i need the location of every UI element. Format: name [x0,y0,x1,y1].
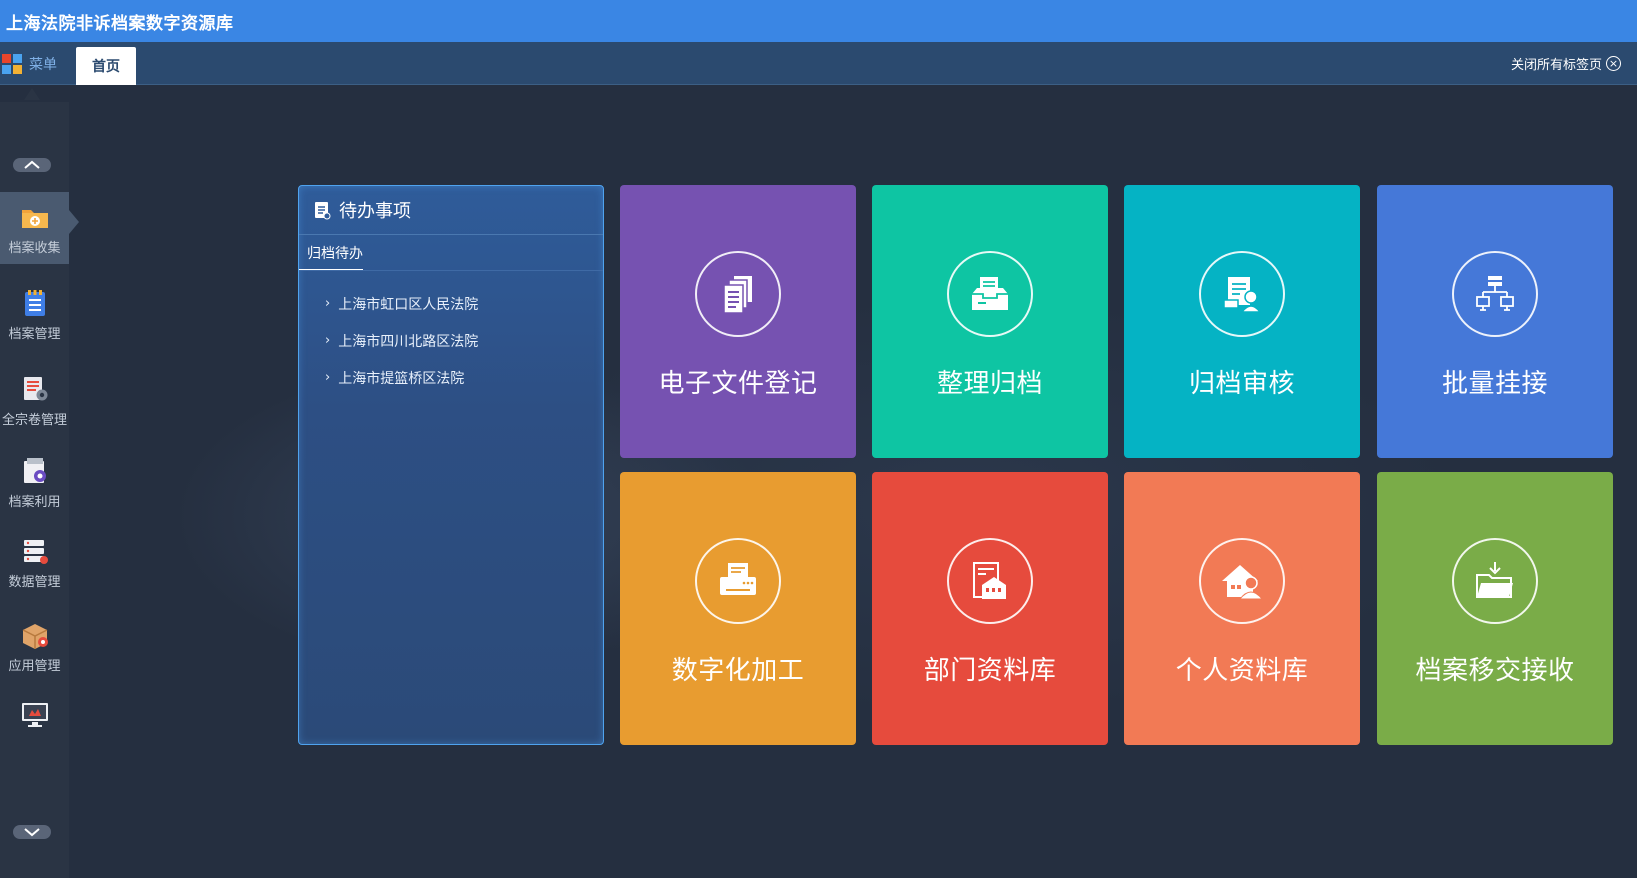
sidebar-item-label: 档案收集 [8,240,61,256]
todo-item-label: 上海市提篮桥区法院 [338,370,465,387]
tile-batch-attach[interactable]: 批量挂接 [1377,185,1613,458]
folder-download-icon [1476,562,1513,598]
todo-list-item[interactable]: › 上海市四川北路区法院 [299,322,603,359]
tab-home[interactable]: 首页 [76,47,136,85]
notepad-icon [315,202,331,220]
network-icon [1476,276,1514,311]
home-user-icon [1222,565,1264,600]
tile-icon-ring [695,251,781,337]
tile-label: 数字化加工 [671,656,805,686]
menu-label: 菜单 [29,56,57,73]
sidebar-scroll-up-button[interactable] [13,158,51,172]
chevron-right-icon: › [325,333,331,348]
tile-label: 个人资料库 [1175,656,1309,686]
tile-label: 批量挂接 [1441,369,1548,399]
tile-label: 整理归档 [936,369,1043,399]
close-all-tabs-button[interactable]: 关闭所有标签页 × [1511,42,1621,85]
sidebar-item-label: 档案管理 [8,326,61,342]
sidebar-item-label: 全宗卷管理 [1,412,67,428]
server-icon [23,539,48,564]
windows-grid-icon [2,53,22,74]
tile-archive-review[interactable]: 归档审核 [1124,185,1360,458]
chevron-up-icon [24,160,40,169]
sidebar-item-archive-management[interactable]: 档案管理 [0,278,69,350]
sidebar-item-archive-utilization[interactable]: 档案利用 [0,446,69,518]
tile-icon-ring [947,538,1033,624]
department-icon [973,562,1006,599]
chevron-down-icon [24,828,40,837]
todo-list-item[interactable]: › 上海市虹口区人民法院 [299,285,603,322]
tile-electronic-file-registration[interactable]: 电子文件登记 [620,185,856,458]
chevron-right-icon: › [325,296,331,311]
clipboard-list-icon [24,289,45,316]
tile-personal-library[interactable]: 个人资料库 [1124,472,1360,745]
printer-icon [720,563,756,595]
todo-item-label: 上海市四川北路区法院 [338,333,479,350]
sidebar-notch [24,88,40,100]
todo-header: 待办事项 [299,186,603,235]
todo-item-label: 上海市虹口区人民法院 [338,296,479,313]
close-all-label: 关闭所有标签页 [1510,58,1602,73]
folder-add-icon [21,209,48,228]
monitor-icon [21,703,48,727]
app-title: 上海法院非诉档案数字资源库 [6,13,234,34]
sidebar-scroll-down-button[interactable] [13,825,51,839]
documents-stack-icon [723,276,752,314]
chevron-right-icon: › [325,370,331,385]
tile-archive-transfer-receive[interactable]: 档案移交接收 [1377,472,1613,745]
sidebar-item-label: 应用管理 [8,658,61,674]
file-search-icon [23,457,46,483]
sidebar-item-monitor[interactable] [0,678,69,754]
todo-panel: 待办事项 归档待办 › 上海市虹口区人民法院 › 上海市四川北路区法院 › 上海… [298,185,604,745]
tile-label: 归档审核 [1188,369,1295,399]
title-bar: 上海法院非诉档案数字资源库 [0,0,1637,42]
tile-label: 电子文件登记 [658,369,818,399]
sidebar-item-label: 档案利用 [8,494,61,510]
tile-department-library[interactable]: 部门资料库 [872,472,1108,745]
tile-organize-archive[interactable]: 整理归档 [872,185,1108,458]
sidebar-active-indicator [69,210,79,234]
document-gear-icon [23,376,47,400]
todo-title: 待办事项 [339,201,411,222]
tile-label: 部门资料库 [923,656,1057,686]
menu-button[interactable]: 菜单 [0,42,72,85]
tile-icon-ring [695,538,781,624]
sidebar-item-archive-collection[interactable]: 档案收集 [0,192,69,264]
todo-section-archive-pending[interactable]: 归档待办 [299,235,363,270]
tile-icon-ring [1199,251,1285,337]
tile-label: 档案移交接收 [1415,656,1575,686]
sidebar-item-label: 数据管理 [8,574,61,590]
tile-digitization[interactable]: 数字化加工 [620,472,856,745]
tab-bar: 菜单 首页 关闭所有标签页 × [0,42,1637,85]
close-circle-icon: × [1606,56,1621,71]
todo-section-tabs: 归档待办 [299,235,603,271]
tile-icon-ring [1452,251,1538,337]
tile-icon-ring [947,251,1033,337]
sidebar-item-fonds-management[interactable]: 全宗卷管理 [0,364,69,436]
tile-icon-ring [1199,538,1285,624]
inbox-tray-icon [972,277,1008,310]
todo-list: › 上海市虹口区人民法院 › 上海市四川北路区法院 › 上海市提篮桥区法院 [299,271,603,396]
todo-list-item[interactable]: › 上海市提篮桥区法院 [299,359,603,396]
sidebar: 档案收集 档案管理 全宗卷管理 档案利用 数据管理 应用管理 [0,102,69,878]
sidebar-item-data-management[interactable]: 数据管理 [0,526,69,598]
sidebar-item-app-management[interactable]: 应用管理 [0,610,69,682]
file-user-icon [1223,277,1262,313]
package-gear-icon [22,623,48,649]
tile-icon-ring [1452,538,1538,624]
